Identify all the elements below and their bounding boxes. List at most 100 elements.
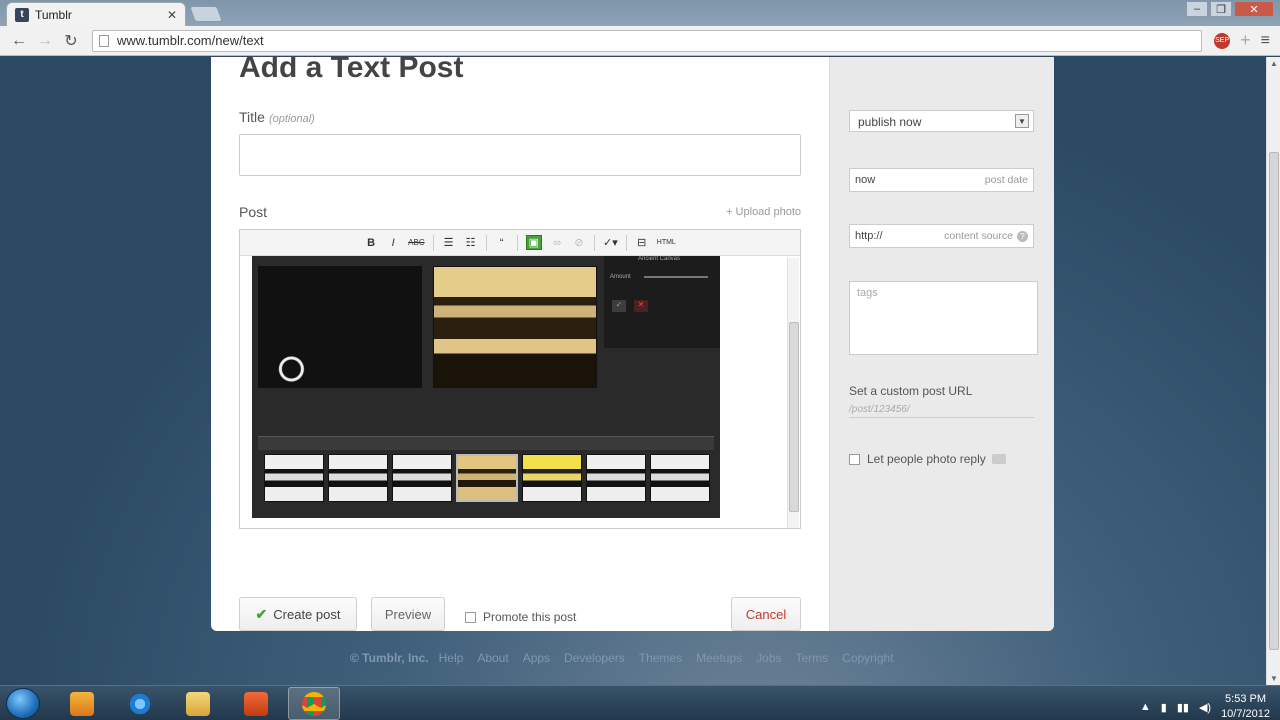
photo-reply-option[interactable]: Let people photo reply bbox=[849, 452, 1006, 466]
tray-expand-icon[interactable]: ▲ bbox=[1140, 701, 1151, 713]
tags-input[interactable]: tags bbox=[849, 281, 1038, 355]
folder-icon bbox=[186, 691, 210, 716]
volume-icon[interactable]: ◀) bbox=[1199, 701, 1211, 714]
new-tab-button[interactable] bbox=[189, 6, 223, 22]
effect-panel-label: Amount bbox=[610, 274, 631, 280]
bold-button[interactable]: B bbox=[364, 237, 378, 249]
content-source-hint-text: content source bbox=[944, 230, 1013, 242]
clock-time: 5:53 PM bbox=[1225, 693, 1267, 705]
promote-label: Promote this post bbox=[483, 610, 577, 624]
tab-title: Tumblr bbox=[35, 7, 72, 22]
page-viewport: Add a Text Post Title (optional) Post + U… bbox=[0, 57, 1266, 685]
taskbar-file-explorer[interactable] bbox=[172, 687, 224, 720]
photo-reply-label: Let people photo reply bbox=[867, 452, 986, 466]
system-tray: ▲ ▮ ▮▮ ◀) 5:53 PM 10/7/2012 bbox=[1140, 692, 1270, 720]
reload-icon[interactable]: ↻ bbox=[58, 29, 84, 53]
create-post-button[interactable]: ✔ Create post bbox=[239, 597, 357, 631]
minimize-icon[interactable]: – bbox=[1186, 1, 1208, 17]
maximize-icon[interactable]: ❐ bbox=[1210, 1, 1232, 17]
taskbar-clock[interactable]: 5:53 PM 10/7/2012 bbox=[1221, 692, 1270, 720]
forward-icon[interactable]: → bbox=[32, 29, 58, 53]
taskbar-media-player[interactable] bbox=[56, 687, 108, 720]
html-button[interactable]: HTML bbox=[657, 239, 676, 246]
page-break-icon[interactable]: ⊟ bbox=[635, 236, 649, 249]
browser-menu-icon[interactable]: ≡ bbox=[1261, 32, 1270, 50]
filter-thumbnail bbox=[522, 454, 582, 502]
editor-scrollbar[interactable] bbox=[787, 258, 799, 528]
promote-option[interactable]: Promote this post bbox=[465, 610, 576, 624]
help-icon[interactable]: ? bbox=[1017, 230, 1028, 242]
footer-link-jobs[interactable]: Jobs bbox=[756, 651, 781, 665]
camera-icon bbox=[991, 454, 1006, 464]
post-form-main: Add a Text Post Title (optional) Post + U… bbox=[211, 57, 829, 631]
insert-image-icon[interactable]: ▣ bbox=[525, 235, 543, 250]
footer-link-help[interactable]: Help bbox=[439, 651, 464, 665]
footer-link-copyright[interactable]: Copyright bbox=[842, 651, 893, 665]
post-date-hint: post date bbox=[984, 174, 1028, 186]
content-source-field[interactable]: http:// content source ? bbox=[849, 224, 1034, 248]
preview-button[interactable]: Preview bbox=[371, 597, 445, 631]
post-options-sidebar: publish now ▼ now post date http:// cont… bbox=[829, 57, 1054, 631]
custom-url-label[interactable]: Set a custom post URL bbox=[849, 384, 972, 398]
spellcheck-icon[interactable]: ✓▾ bbox=[603, 236, 618, 249]
footer-copyright: © Tumblr, Inc. bbox=[350, 651, 429, 665]
back-icon[interactable]: ← bbox=[6, 29, 32, 53]
media-player-icon bbox=[70, 691, 94, 716]
strikethrough-button[interactable]: ABC bbox=[408, 238, 424, 247]
numbered-list-icon[interactable]: ☷ bbox=[464, 236, 478, 249]
tumblr-favicon-icon: t bbox=[15, 7, 29, 22]
content-source-value: http:// bbox=[855, 230, 883, 242]
page-scroll-thumb[interactable] bbox=[1269, 152, 1279, 650]
unlink-icon[interactable]: ⊘ bbox=[572, 236, 586, 249]
filter-thumbnail-selected bbox=[456, 454, 518, 502]
window-close-icon[interactable]: ✕ bbox=[1234, 1, 1274, 17]
link-icon[interactable]: ∞ bbox=[550, 237, 564, 249]
custom-url-input[interactable]: /post/123456/ bbox=[849, 404, 1034, 418]
create-post-label: Create post bbox=[273, 606, 341, 622]
filter-thumbnails bbox=[264, 454, 710, 502]
scroll-down-icon[interactable]: ▼ bbox=[1270, 674, 1278, 683]
address-bar[interactable]: www.tumblr.com /new/text bbox=[92, 29, 1203, 52]
taskbar-chrome[interactable] bbox=[288, 687, 340, 720]
footer-link-apps[interactable]: Apps bbox=[523, 651, 550, 665]
footer-link-about[interactable]: About bbox=[477, 651, 508, 665]
taskbar-internet-explorer[interactable] bbox=[114, 687, 166, 720]
editor-toolbar: B I ABC ☰ ☷ “ ▣ ∞ ⊘ ✓▾ ⊟ HTML bbox=[240, 230, 800, 256]
footer-link-terms[interactable]: Terms bbox=[796, 651, 829, 665]
post-date-field[interactable]: now post date bbox=[849, 168, 1034, 192]
add-icon[interactable]: + bbox=[1240, 30, 1251, 51]
start-button[interactable] bbox=[6, 688, 40, 719]
bw-truck-photo bbox=[258, 266, 422, 388]
network-icon[interactable]: ▮▮ bbox=[1177, 701, 1189, 714]
chevron-down-icon[interactable]: ▼ bbox=[1015, 114, 1029, 128]
scroll-up-icon[interactable]: ▲ bbox=[1270, 59, 1278, 68]
chrome-icon bbox=[302, 691, 326, 716]
promote-checkbox[interactable] bbox=[465, 611, 476, 623]
office-icon bbox=[244, 691, 268, 716]
publish-select[interactable]: publish now ▼ bbox=[849, 110, 1034, 132]
rich-text-editor[interactable]: B I ABC ☰ ☷ “ ▣ ∞ ⊘ ✓▾ ⊟ HTML Ancient Ca… bbox=[239, 229, 801, 529]
blockquote-icon[interactable]: “ bbox=[495, 237, 509, 249]
editor-scroll-thumb[interactable] bbox=[789, 322, 799, 512]
toolbar-divider bbox=[485, 234, 487, 251]
tab-tumblr[interactable]: t Tumblr ✕ bbox=[6, 2, 186, 26]
upload-photo-link[interactable]: + Upload photo bbox=[726, 206, 801, 218]
title-input[interactable] bbox=[239, 134, 801, 176]
extension-icon[interactable]: SEP bbox=[1214, 32, 1231, 49]
url-host: www.tumblr.com bbox=[117, 33, 212, 48]
effect-panel: Ancient Canvas Amount ✓ ✕ bbox=[604, 256, 720, 348]
post-date-value: now bbox=[855, 174, 876, 186]
footer-link-meetups[interactable]: Meetups bbox=[696, 651, 742, 665]
reject-icon: ✕ bbox=[634, 300, 648, 312]
taskbar-office[interactable] bbox=[230, 687, 282, 720]
cancel-button[interactable]: Cancel bbox=[731, 597, 801, 631]
tray-device-icon[interactable]: ▮ bbox=[1161, 701, 1167, 714]
bullet-list-icon[interactable]: ☰ bbox=[442, 236, 456, 249]
page-title: Add a Text Post bbox=[239, 57, 464, 84]
tab-close-icon[interactable]: ✕ bbox=[167, 8, 177, 22]
page-scrollbar[interactable]: ▲ ▼ bbox=[1266, 57, 1280, 685]
italic-button[interactable]: I bbox=[386, 237, 400, 249]
photo-reply-checkbox[interactable] bbox=[849, 453, 860, 465]
footer-link-developers[interactable]: Developers bbox=[564, 651, 625, 665]
footer-link-themes[interactable]: Themes bbox=[639, 651, 682, 665]
